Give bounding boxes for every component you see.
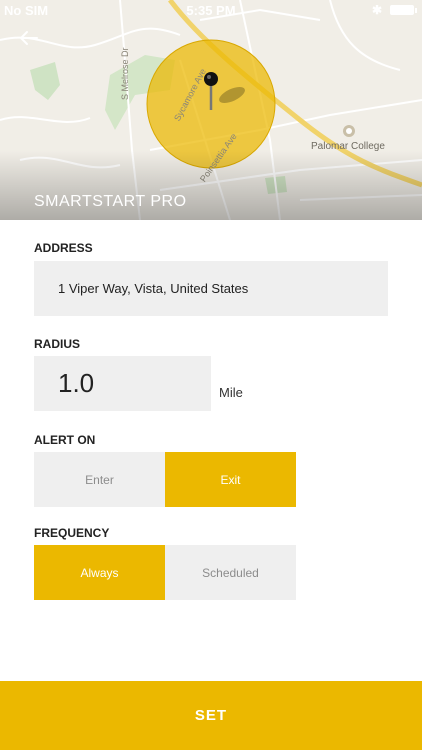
alert-exit-option[interactable]: Exit — [165, 452, 296, 507]
map-view[interactable]: S Melrose Dr Sycamore Ave Poinsettia Ave… — [0, 0, 422, 220]
status-bar: No SIM 5:35 PM ✱ — [0, 0, 422, 20]
frequency-segmented-control: Always Scheduled — [34, 545, 296, 600]
battery-icon — [390, 5, 417, 15]
frequency-scheduled-option[interactable]: Scheduled — [165, 545, 296, 600]
bluetooth-icon: ✱ — [371, 3, 382, 17]
radius-label: RADIUS — [34, 337, 81, 351]
address-input[interactable]: 1 Viper Way, Vista, United States — [34, 261, 388, 316]
address-label: ADDRESS — [34, 241, 93, 255]
clock: 5:35 PM — [186, 3, 236, 18]
carrier-label: No SIM — [4, 3, 49, 18]
set-button[interactable]: SET — [0, 681, 422, 750]
address-value: 1 Viper Way, Vista, United States — [58, 281, 249, 296]
frequency-label: FREQUENCY — [34, 526, 110, 540]
frequency-always-option[interactable]: Always — [34, 545, 165, 600]
alert-on-segmented-control: Enter Exit — [34, 452, 296, 507]
alert-enter-option[interactable]: Enter — [34, 452, 165, 507]
radius-value: 1.0 — [58, 368, 95, 398]
back-arrow-icon — [20, 31, 38, 45]
alert-on-label: ALERT ON — [34, 433, 96, 447]
radius-input[interactable]: 1.0 — [34, 356, 211, 411]
street-label: S Melrose Dr — [120, 47, 130, 100]
page-title: SMARTSTART PRO — [34, 193, 187, 210]
back-button[interactable] — [18, 30, 46, 58]
radius-unit-label: Mile — [219, 385, 243, 400]
map-park — [30, 62, 60, 100]
